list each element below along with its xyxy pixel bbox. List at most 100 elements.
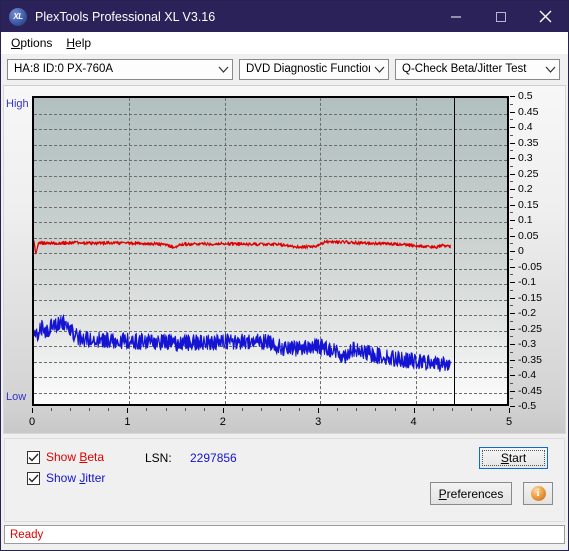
x-axis-minor-tick: [89, 408, 91, 411]
x-axis-tick-mark: [509, 408, 510, 413]
y-axis-tick-mark: [510, 220, 515, 221]
x-axis-tick-mark: [127, 408, 129, 413]
start-button-label: Start: [500, 451, 527, 465]
menu-item-help[interactable]: Help: [61, 34, 100, 52]
x-axis-tick-mark: [318, 408, 320, 413]
x-axis-minor-tick: [203, 408, 205, 411]
x-axis-minor-tick: [394, 408, 396, 411]
menu-item-options[interactable]: Options: [6, 34, 61, 52]
x-axis-minor-tick: [489, 408, 491, 411]
minimize-icon[interactable]: [433, 1, 478, 32]
title-bar: XL PlexTools Professional XL V3.16: [1, 1, 568, 32]
y-axis-minor-tick: [510, 289, 513, 291]
lsn-value: 2297856: [190, 451, 237, 465]
x-axis-tick-label: 0: [28, 416, 36, 428]
y-axis-minor-tick: [510, 382, 513, 384]
show-jitter-checkbox[interactable]: Show Jitter: [27, 471, 105, 485]
y-axis-minor-tick: [510, 367, 513, 369]
y-axis-tick-mark: [510, 204, 515, 206]
y-axis-minor-tick: [510, 165, 513, 167]
y-axis-minor-tick: [510, 305, 513, 307]
y-axis-tick-mark: [510, 328, 515, 330]
function-select-value: DVD Diagnostic Functions: [246, 63, 370, 75]
drive-select-value: HA:8 ID:0 PX-760A: [14, 63, 114, 75]
x-axis-minor-tick: [184, 408, 186, 411]
x-axis-minor-tick: [51, 408, 53, 411]
x-axis-tick-label: 1: [124, 416, 131, 428]
show-beta-label: Show Beta: [46, 450, 105, 464]
test-select[interactable]: Q-Check Beta/Jitter Test: [395, 58, 560, 80]
y-axis-minor-tick: [510, 212, 513, 214]
y-axis-minor-tick: [510, 103, 513, 105]
lsn-label: LSN:: [145, 451, 172, 465]
chevron-down-icon: [214, 60, 232, 79]
y-axis-tick-mark: [510, 406, 515, 407]
axis-label-low: Low: [6, 391, 27, 403]
y-axis-minor-tick: [510, 258, 513, 260]
x-axis-minor-tick: [280, 408, 282, 411]
chevron-down-icon: [370, 60, 388, 79]
trace-jitter: [34, 313, 451, 372]
function-select[interactable]: DVD Diagnostic Functions: [239, 58, 389, 80]
x-axis-minor-tick: [375, 408, 377, 411]
y-axis-tick-mark: [510, 375, 515, 376]
y-axis-minor-tick: [510, 336, 513, 338]
y-axis-tick-mark: [510, 297, 515, 299]
drive-select[interactable]: HA:8 ID:0 PX-760A: [7, 58, 233, 80]
y-axis-minor-tick: [510, 398, 513, 400]
y-axis-tick-mark: [510, 282, 515, 283]
close-icon[interactable]: [523, 1, 568, 32]
y-axis-tick-mark: [510, 344, 515, 345]
x-axis-minor-tick: [356, 408, 358, 411]
menu-bar: Options Help: [1, 32, 568, 54]
preferences-button-label: Preferences: [438, 486, 504, 501]
x-axis-minor-tick: [337, 408, 339, 411]
y-axis-tick-mark: [510, 127, 515, 128]
y-axis-minor-tick: [510, 243, 513, 245]
y-axis-tick-mark: [510, 158, 515, 159]
y-axis-minor-tick: [510, 227, 513, 229]
checkmark-icon: [27, 471, 40, 485]
plot-area: [32, 96, 509, 406]
x-axis-tick-label: 4: [410, 416, 417, 428]
info-button[interactable]: i: [523, 482, 553, 505]
trace-beta: [34, 239, 451, 255]
y-axis-minor-tick: [510, 150, 513, 152]
x-axis: 0 1 2 3 4 5: [28, 408, 512, 432]
y-axis-tick-mark: [510, 313, 515, 314]
checkmark-icon: [27, 450, 40, 464]
y-axis-minor-tick: [510, 181, 513, 183]
x-axis-tick-label: 2: [219, 416, 226, 428]
window-title: PlexTools Professional XL V3.16: [35, 9, 216, 24]
y-axis-tick-mark: [510, 235, 515, 237]
controls-panel: Show Beta Show Jitter LSN: 2297856 Start…: [4, 438, 565, 522]
status-text: Ready: [10, 528, 44, 541]
show-jitter-label: Show Jitter: [46, 471, 106, 485]
menu-item-help-label: elp: [75, 36, 92, 50]
axis-label-high: High: [6, 98, 29, 110]
start-button[interactable]: Start: [479, 447, 548, 469]
show-beta-checkbox[interactable]: Show Beta: [27, 450, 104, 464]
x-axis-tick-mark: [32, 408, 33, 413]
application-window: XL PlexTools Professional XL V3.16 Optio…: [0, 0, 569, 551]
y-axis-tick-mark: [510, 173, 515, 175]
y-axis-right: 0.5 0.45 0.4 0.35 0.3 0.25 0.2 0.15 0.1 0.05 0 -0.0…: [510, 90, 569, 412]
maximize-icon[interactable]: [478, 1, 523, 32]
y-axis-tick-mark: [510, 189, 515, 190]
y-axis-tick-mark: [510, 142, 515, 144]
y-axis-tick-mark: [510, 359, 515, 361]
x-axis-tick-label: 3: [315, 416, 322, 428]
x-axis-minor-tick: [470, 408, 472, 411]
y-axis-tick-mark: [510, 390, 515, 392]
menu-item-options-label: ptions: [20, 36, 53, 50]
x-axis-tick-mark: [413, 408, 415, 413]
y-axis-minor-tick: [510, 351, 513, 353]
scan-end-marker: [453, 98, 455, 404]
preferences-button[interactable]: Preferences: [430, 482, 512, 505]
x-axis-minor-tick: [299, 408, 301, 411]
y-axis-minor-tick: [510, 134, 513, 136]
y-axis-tick-mark: [510, 266, 515, 268]
chart-panel: High Low 0.5 0.45 0.4 0.35 0.3 0.25 0.2 0.15 0.1…: [3, 85, 566, 434]
x-axis-minor-tick: [451, 408, 453, 411]
y-axis-minor-tick: [510, 196, 513, 198]
